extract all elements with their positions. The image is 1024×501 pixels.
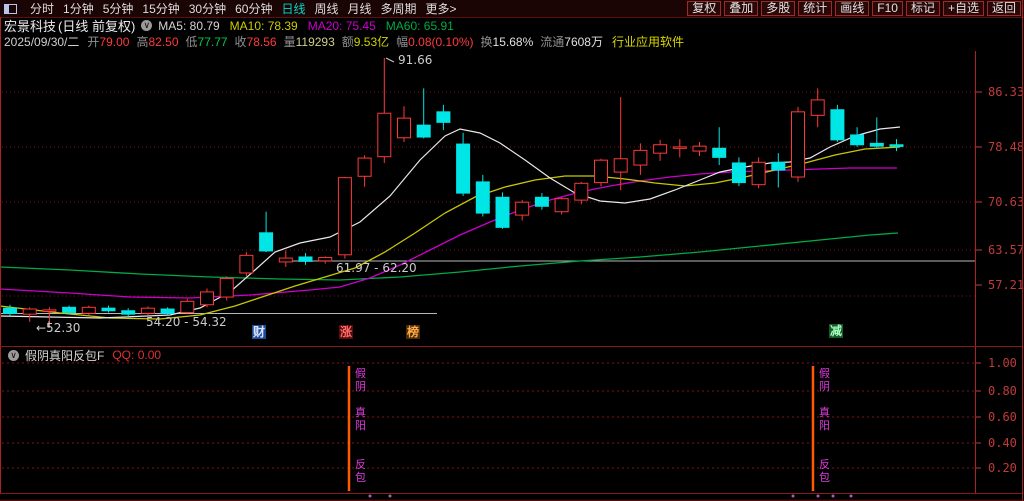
candle-body [161,309,174,313]
candle-body [693,146,706,151]
indicator-value: QQ: 0.00 [112,348,161,362]
candle-body [240,255,253,273]
sub-axis-label: 0.40 [988,436,1017,450]
candle-body [555,199,568,212]
candle-body [437,112,450,123]
candle-body [535,197,548,206]
price-annotation: 54.20 - 54.32 [146,315,227,329]
y-axis-label: 63.57 [988,243,1024,257]
candle-body [614,159,627,172]
signal-dot [389,495,392,498]
watermark-char: 涨 [339,325,353,339]
indicator-header: ∨ 假阴真阳反包F QQ: 0.00 [0,347,977,363]
indicator-name[interactable]: 假阴真阳反包F [25,347,104,364]
candle-body [870,143,883,146]
watermark-char: 榜 [406,325,420,339]
candle-body [595,160,608,182]
candle-body [772,162,785,170]
candle-body [319,258,332,261]
candle-body [4,308,17,313]
candle-body [181,301,194,312]
candlestick-series [4,58,904,327]
candle-body [279,258,292,262]
candle-body [82,307,95,313]
y-axis-label: 70.63 [988,195,1024,209]
signal-dot [369,495,372,498]
candle-body [398,118,411,138]
candle-body [831,110,844,140]
signal-dot [850,495,853,498]
signal-dot [792,495,795,498]
candle-body [811,100,824,115]
y-axis-label: 57.21 [988,278,1024,292]
candle-body [673,147,686,149]
candle-body [792,112,805,177]
trading-app-window: 分时1分钟5分钟15分钟30分钟60分钟日线周线月线多周期更多> 复权叠加多股统… [0,0,1024,501]
candle-body [417,125,430,137]
watermark-char: 财 [252,325,266,339]
price-annotation: 91.66 [398,53,432,67]
watermark-char: 减 [829,324,843,338]
candle-body [752,162,765,184]
candle-body [338,178,351,255]
candle-body [102,308,115,311]
y-axis-label: 86.33 [988,85,1024,99]
candle-body [890,145,903,147]
candle-body [732,163,745,183]
candle-body [220,278,233,297]
y-axis-label: 78.48 [988,140,1024,154]
price-annotation: 61.97 - 62.20 [336,261,417,275]
ma5-line [0,127,900,318]
chart-canvas[interactable]: 91.66 ←52.30 61.97 - 62.20 54.20 - 54.32 86.… [0,0,1024,501]
sub-axis-label: 1.00 [988,356,1017,370]
candle-body [713,148,726,157]
ma20-line [0,168,897,298]
signal-vertical-label: 假 阴 真 阳 反 包 [354,368,367,485]
signal-dot [817,495,820,498]
candle-body [122,311,135,314]
sub-axis-label: 0.60 [988,410,1017,424]
candle-body [63,307,76,312]
price-annotation: ←52.30 [36,321,80,335]
candle-body [516,202,529,215]
candle-body [851,135,864,145]
candle-body [457,144,470,193]
annotation-arrow [386,58,394,62]
candle-body [43,310,56,312]
candle-body [575,183,588,200]
candle-body [634,150,647,165]
candle-body [299,257,312,261]
candle-body [141,308,154,313]
sub-axis-label: 0.20 [988,461,1017,475]
signal-dot [832,495,835,498]
candle-body [476,182,489,213]
sub-axis-label: 0.80 [988,384,1017,398]
candle-body [378,113,391,156]
candle-body [654,145,667,153]
candle-body [201,292,214,305]
candle-body [23,309,36,314]
candle-body [358,158,371,176]
candle-body [496,197,509,227]
signal-vertical-label: 假 阴 真 阳 反 包 [818,368,831,485]
chevron-down-icon[interactable]: ∨ [8,350,19,361]
candle-body [260,233,273,251]
